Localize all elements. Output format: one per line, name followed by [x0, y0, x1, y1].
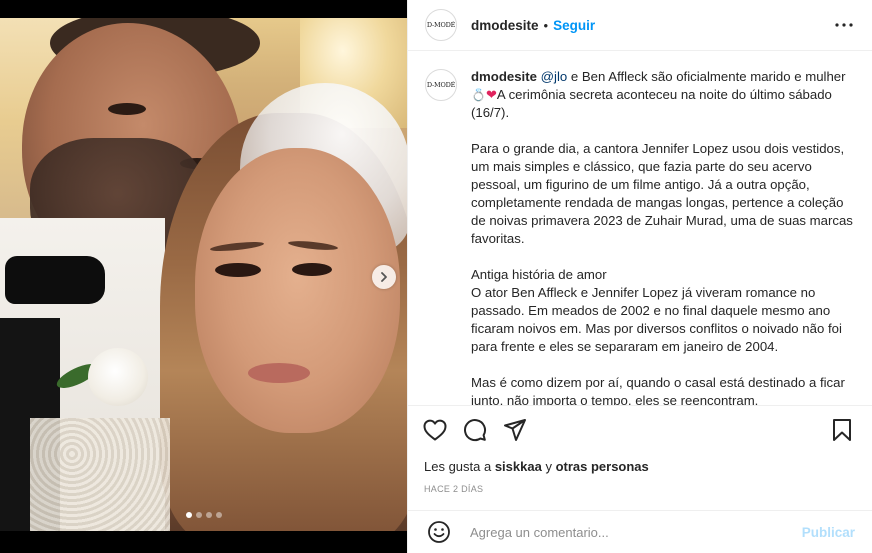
post-panel: D-MODÉ dmodesite • Seguir D-MODÉ dmodesi… [407, 0, 872, 553]
post-actions: Les gusta a siskkaa y otras personas HAC… [408, 405, 872, 494]
avatar-logo-text: D-MODÉ [426, 21, 456, 29]
caption-line1-tail: A cerimônia secreta aconteceu na noite d… [471, 87, 832, 120]
caption-username[interactable]: dmodesite [471, 69, 537, 84]
likes-middle: y [541, 459, 556, 474]
mention-link[interactable]: @jlo [541, 69, 568, 84]
caption-area[interactable]: D-MODÉ dmodesite @jlo e Ben Affleck são … [408, 52, 872, 405]
heart-emoji: ❤ [485, 87, 497, 102]
caption-text: dmodesite @jlo e Ben Affleck são oficial… [471, 68, 857, 405]
likes-user-link[interactable]: siskkaa [495, 459, 542, 474]
comment-icon[interactable] [460, 415, 490, 445]
caption-paragraph-3: O ator Ben Affleck e Jennifer Lopez já v… [471, 285, 842, 354]
caption-paragraph-2: Para o grande dia, a cantora Jennifer Lo… [471, 141, 853, 246]
username-link[interactable]: dmodesite [471, 18, 539, 33]
carousel-dot [195, 512, 202, 518]
carousel-dots [0, 512, 407, 518]
more-icon[interactable] [832, 13, 856, 37]
share-icon[interactable] [500, 415, 530, 445]
publish-button[interactable]: Publicar [802, 525, 855, 540]
caption-heading-3: Antiga história de amor [471, 267, 607, 282]
emoji-icon[interactable] [424, 517, 454, 547]
carousel-dot [185, 512, 192, 518]
avatar[interactable]: D-MODÉ [425, 9, 457, 41]
carousel-dot [205, 512, 212, 518]
post-timestamp[interactable]: HACE 2 DÍAS [420, 484, 857, 494]
caption-line1: e Ben Affleck são oficialmente marido e … [567, 69, 846, 84]
carousel-dot [215, 512, 222, 518]
follow-button[interactable]: Seguir [553, 18, 595, 33]
comment-bar: Publicar [408, 510, 872, 553]
save-icon[interactable] [827, 415, 857, 445]
likes-prefix: Les gusta a [424, 459, 495, 474]
caption-avatar[interactable]: D-MODÉ [425, 69, 457, 101]
comment-input[interactable] [470, 524, 802, 540]
avatar-logo-text: D-MODÉ [426, 81, 456, 89]
caption-paragraph-4: Mas é como dizem por aí, quando o casal … [471, 375, 845, 405]
post-header: D-MODÉ dmodesite • Seguir [408, 0, 872, 51]
next-arrow-icon[interactable] [372, 265, 396, 289]
ring-emoji: 💍 [471, 88, 486, 102]
heart-icon[interactable] [420, 415, 450, 445]
likes-others-link[interactable]: otras personas [556, 459, 649, 474]
post-photo [0, 18, 407, 531]
likes-text: Les gusta a siskkaa y otras personas [420, 459, 857, 474]
post-media [0, 0, 407, 553]
separator-dot: • [543, 17, 549, 33]
